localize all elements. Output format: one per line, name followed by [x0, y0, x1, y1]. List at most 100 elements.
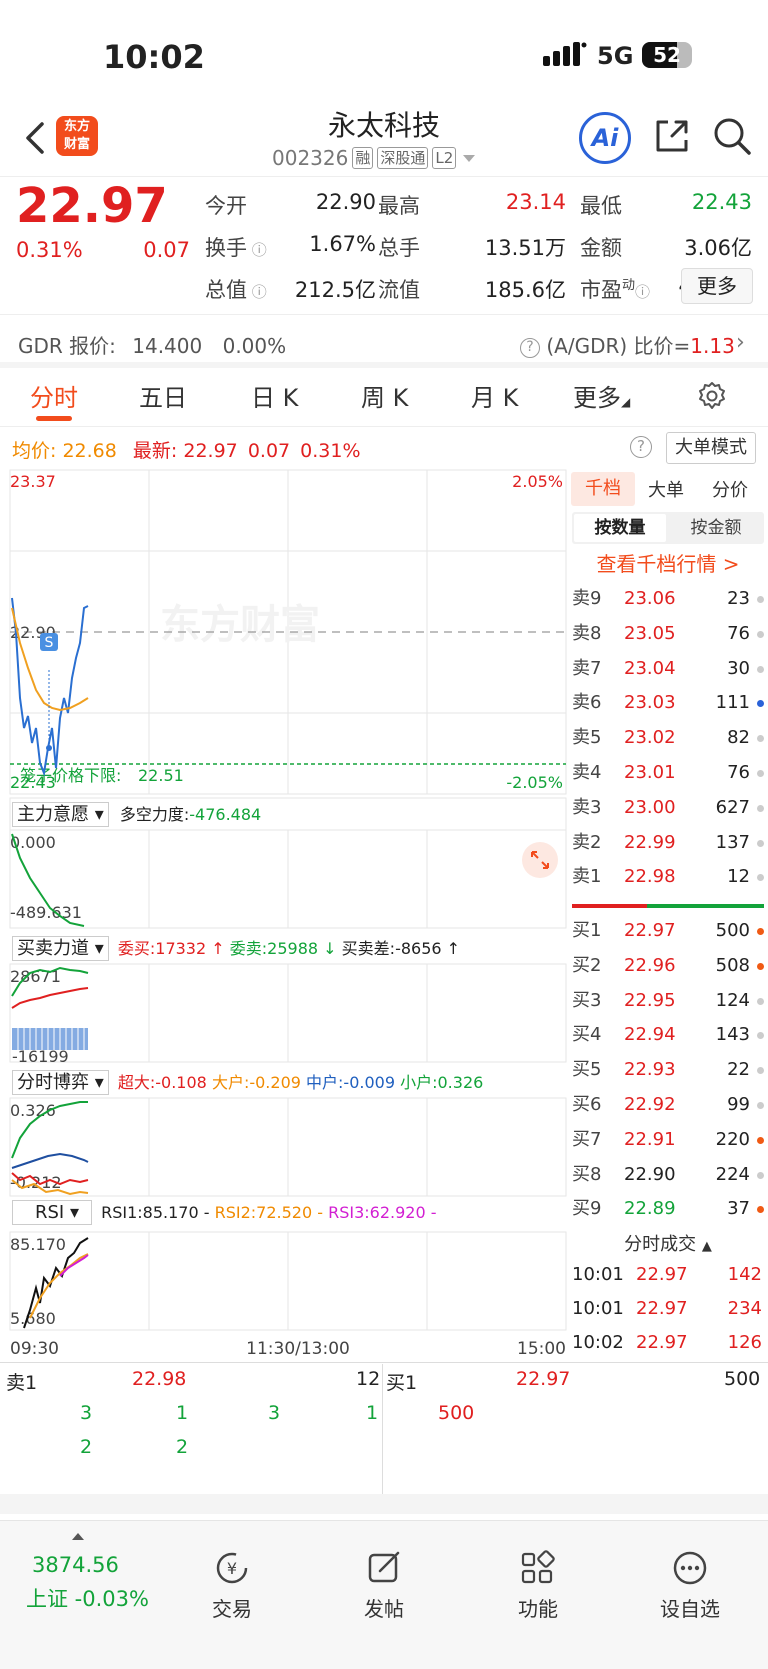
bid-level-row[interactable]: 买7 22.91 220 [568, 1123, 768, 1157]
gdr-label: GDR 报价: [18, 334, 116, 358]
avg-value: 22.68 [62, 440, 117, 462]
gdr-ratio[interactable]: ? (A/GDR) 比价=1.13 [520, 330, 735, 359]
tab-thousand-levels[interactable]: 千档 [571, 472, 635, 506]
view-levels-link[interactable]: 查看千档行情 > [568, 548, 768, 577]
last-value: 22.97 [183, 440, 238, 462]
ask-level-row[interactable]: 卖4 23.01 76 [568, 756, 768, 790]
tab-price-dist[interactable]: 分价 [712, 476, 748, 502]
current-price: 22.97 [16, 178, 168, 234]
signal-icon [543, 42, 587, 66]
level-volume: 224 [715, 1163, 750, 1185]
ind1-header: 主力意愿 ▾ 多空力度:-476.484 [12, 800, 261, 827]
tag-margin: 融 [352, 147, 374, 169]
nav-features[interactable]: 功能 [478, 1549, 598, 1622]
toggle-by-amount[interactable]: 按金额 [670, 514, 762, 542]
ind2-header: 买卖力道 ▾ 委买:17332 ↑ 委卖:25988 ↓ 买卖差:-8656 ↑ [12, 934, 460, 961]
tick-price: 22.97 [636, 1332, 688, 1353]
ticks-header[interactable]: 分时成交 ▲ [568, 1230, 768, 1256]
bottom-nav: 3874.56 上证 -0.03% ¥ 交易 发帖 功能 设自选 [0, 1520, 768, 1669]
bid-level-row[interactable]: 买5 22.93 22 [568, 1053, 768, 1087]
ind2-sell-label: 委卖: [229, 939, 268, 958]
nav-add-watchlist[interactable]: 设自选 [630, 1549, 750, 1622]
level-dot [757, 874, 764, 882]
nav-trade[interactable]: ¥ 交易 [172, 1549, 292, 1622]
ind2-select[interactable]: 买卖力道 ▾ [12, 936, 109, 961]
gear-icon[interactable] [696, 380, 728, 412]
stock-code-row[interactable]: 002326 融 深股通 L2 [272, 146, 478, 170]
level-price: 23.06 [624, 588, 676, 609]
ind4-select[interactable]: RSI ▾ [12, 1200, 93, 1225]
level-dot [757, 1206, 764, 1214]
ask-level-row[interactable]: 卖1 22.98 12 [568, 860, 768, 894]
tab-more[interactable]: 更多◢ [573, 378, 630, 413]
ask-level-row[interactable]: 卖6 23.03 111 [568, 686, 768, 720]
tick-volume: 142 [727, 1264, 762, 1285]
level-dot [757, 700, 764, 708]
bid-ask-ratio-bar [572, 904, 764, 908]
search-icon[interactable] [712, 116, 752, 156]
nav-trade-label: 交易 [212, 1597, 252, 1621]
dropdown-caret-icon[interactable] [460, 152, 478, 164]
bid-level-row[interactable]: 买9 22.89 37 [568, 1192, 768, 1226]
ask-level-row[interactable]: 卖2 22.99 137 [568, 826, 768, 860]
tab-daily-k[interactable]: 日 K [251, 378, 298, 413]
tick-time: 10:02 [572, 1332, 624, 1353]
level-label: 卖9 [572, 588, 602, 609]
more-button[interactable]: 更多 [681, 268, 753, 304]
nav-post-label: 发帖 [364, 1597, 404, 1621]
ask1-label: 卖1 [6, 1372, 38, 1394]
tick-time: 10:01 [572, 1264, 624, 1285]
ask1-vol: 12 [356, 1368, 381, 1390]
level-volume: 30 [727, 657, 750, 679]
share-icon[interactable] [652, 116, 692, 156]
tab-weekly-k[interactable]: 周 K [361, 378, 408, 413]
ask-level-row[interactable]: 卖9 23.06 23 [568, 582, 768, 616]
level-label: 买3 [572, 989, 602, 1011]
caret-up-icon[interactable] [72, 1533, 84, 1540]
pe-type-sup: 动 [622, 278, 636, 293]
expand-icon[interactable] [522, 842, 558, 878]
ask-level-row[interactable]: 卖5 23.02 82 [568, 721, 768, 755]
level-volume: 508 [715, 954, 750, 976]
level-dot [757, 630, 764, 638]
bid-level-row[interactable]: 买6 22.92 99 [568, 1088, 768, 1122]
change-amount: 0.07 [143, 238, 190, 262]
ind1-select[interactable]: 主力意愿 ▾ [12, 802, 109, 827]
bid-level-row[interactable]: 买4 22.94 143 [568, 1018, 768, 1052]
tab-intraday[interactable]: 分时 [30, 378, 78, 413]
help-icon[interactable]: ? [520, 337, 540, 358]
tab-big-orders[interactable]: 大单 [648, 476, 684, 502]
quantity-amount-toggle: 按数量 按金额 [572, 512, 764, 544]
ask-level-row[interactable]: 卖3 23.00 627 [568, 791, 768, 825]
toggle-by-quantity[interactable]: 按数量 [574, 514, 666, 542]
pct-label-high: 2.05% [512, 472, 563, 491]
help-icon[interactable]: ? [630, 436, 652, 458]
tab-five-day[interactable]: 五日 [139, 378, 187, 413]
ind3-small: 0.326 [437, 1073, 484, 1092]
bid-level-row[interactable]: 买3 22.95 124 [568, 984, 768, 1018]
level-volume: 82 [727, 727, 750, 749]
bid-level-row[interactable]: 买1 22.97 500 [568, 914, 768, 948]
tab-monthly-k[interactable]: 月 K [471, 378, 518, 413]
ai-button[interactable]: Ai [579, 112, 631, 164]
ask1-price: 22.98 [132, 1368, 187, 1390]
ask-level-row[interactable]: 卖8 23.05 76 [568, 617, 768, 651]
gdr-pct: 0.00% [222, 334, 287, 358]
bid-level-row[interactable]: 买8 22.90 224 [568, 1158, 768, 1192]
info-icon[interactable]: ⓘ [247, 283, 267, 301]
ind2-sell: 25988 [267, 939, 319, 958]
avg-label: 均价: [12, 440, 57, 462]
ind3-select[interactable]: 分时博弈 ▾ [12, 1070, 109, 1095]
edit-icon [368, 1551, 400, 1583]
chevron-right-icon[interactable]: › [736, 330, 745, 355]
intraday-chart[interactable]: 东方财富 23.37 22.90 22.43 2.05% -2.05% 笼子价格… [0, 468, 568, 1362]
info-icon[interactable]: ⓘ [247, 241, 267, 259]
index-value[interactable]: 3874.56 [32, 1553, 119, 1577]
ask-level-row[interactable]: 卖7 23.04 30 [568, 652, 768, 686]
level-dot [757, 770, 764, 777]
bid-level-row[interactable]: 买2 22.96 508 [568, 949, 768, 983]
index-name[interactable]: 上证 -0.03% [26, 1583, 149, 1613]
big-order-mode-button[interactable]: 大单模式 [666, 432, 756, 464]
svg-text:¥: ¥ [227, 1559, 237, 1578]
nav-post[interactable]: 发帖 [324, 1549, 444, 1622]
